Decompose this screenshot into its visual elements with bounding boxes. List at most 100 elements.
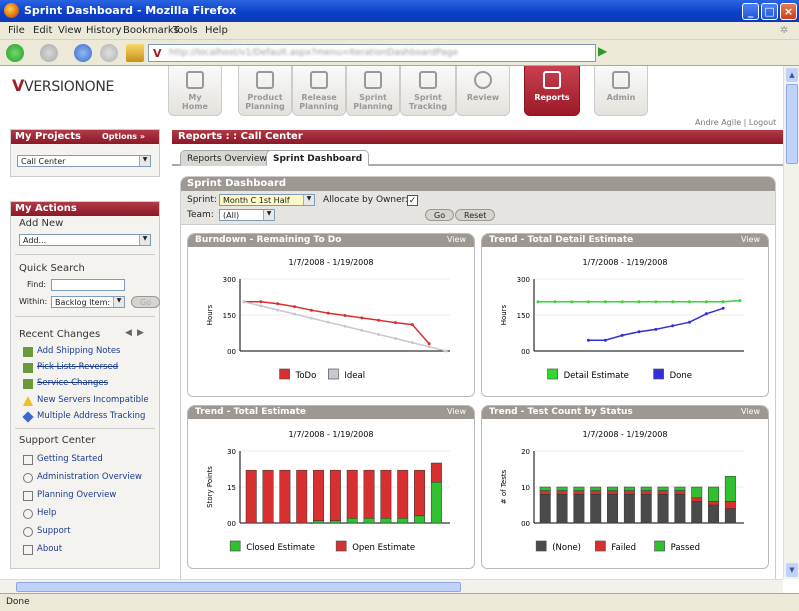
bar-segment xyxy=(657,493,669,524)
chart-subtitle: 1/7/2008 - 1/19/2008 xyxy=(583,258,668,267)
bar-segment xyxy=(363,517,375,524)
home-icon[interactable] xyxy=(126,44,144,62)
legend-label: Open Estimate xyxy=(352,543,415,553)
bar-segment xyxy=(657,490,669,495)
data-point xyxy=(343,324,347,328)
support-item[interactable]: Administration Overview xyxy=(23,472,142,483)
menu-edit[interactable]: Edit xyxy=(33,25,52,36)
data-point xyxy=(721,300,725,304)
tab-admin[interactable]: Admin xyxy=(594,66,648,116)
within-select[interactable]: Backlog Item: ▼ xyxy=(51,296,125,308)
back-icon[interactable] xyxy=(6,44,24,62)
view-link[interactable]: View xyxy=(741,235,760,244)
tab-reports[interactable]: Reports xyxy=(524,66,580,116)
tab-release-planning[interactable]: Release Planning xyxy=(292,66,346,116)
scroll-down-icon[interactable]: ▼ xyxy=(786,563,798,577)
project-select[interactable]: Call Center ▼ xyxy=(17,155,151,167)
logout-link[interactable]: Logout xyxy=(749,118,776,127)
bar-segment xyxy=(397,469,409,519)
tab-my-home[interactable]: My Home xyxy=(168,66,222,116)
support-item[interactable]: Planning Overview xyxy=(23,490,116,501)
tab-sprint-dashboard[interactable]: Sprint Dashboard xyxy=(266,150,370,166)
menu-history[interactable]: History xyxy=(86,25,122,36)
menu-help[interactable]: Help xyxy=(205,25,228,36)
tab-product-planning[interactable]: Product Planning xyxy=(238,66,292,116)
legend-swatch xyxy=(547,368,558,380)
bar-segment xyxy=(573,493,585,524)
bar-segment xyxy=(607,493,619,524)
team-select[interactable]: (All) ▼ xyxy=(219,209,275,221)
recent-item[interactable]: New Servers Incompatible xyxy=(23,395,149,406)
find-input[interactable] xyxy=(51,279,125,291)
app-content: VVERSIONONE My Home Product Planning Relea… xyxy=(0,66,783,579)
data-point xyxy=(603,300,607,304)
support-item[interactable]: About xyxy=(23,544,62,555)
y-tick-label: 00 xyxy=(521,520,530,528)
view-link[interactable]: View xyxy=(447,235,466,244)
legend-label: Closed Estimate xyxy=(246,543,315,553)
horizontal-scrollbar[interactable] xyxy=(0,579,783,593)
go-button[interactable]: Go xyxy=(425,209,455,221)
prev-arrow-icon[interactable]: ◀ xyxy=(125,328,132,338)
add-new-select[interactable]: Add... ▼ xyxy=(19,234,151,246)
tab-sprint-planning[interactable]: Sprint Planning xyxy=(346,66,400,116)
data-point xyxy=(570,300,574,304)
maximize-button[interactable]: □ xyxy=(761,3,778,20)
scroll-thumb[interactable] xyxy=(16,582,461,592)
menu-view[interactable]: View xyxy=(58,25,82,36)
menu-bookmarks[interactable]: Bookmarks xyxy=(123,25,179,36)
data-point xyxy=(293,305,296,309)
recent-item[interactable]: Pick Lists Reversed xyxy=(23,362,118,373)
bar-segment xyxy=(724,508,736,524)
my-projects-header: My Projects Options » xyxy=(11,130,159,144)
go-icon[interactable]: ▶ xyxy=(598,44,612,62)
dashboard-title: Sprint Dashboard xyxy=(181,177,775,191)
tab-review[interactable]: Review xyxy=(456,66,510,116)
support-item[interactable]: Support xyxy=(23,526,71,537)
reload-icon[interactable] xyxy=(74,44,92,62)
next-arrow-icon[interactable]: ▶ xyxy=(137,328,144,338)
chart-card-burndown: Burndown - Remaining To Do View 1/7/2008 … xyxy=(187,233,475,397)
bar-segment xyxy=(674,490,686,495)
forward-icon[interactable] xyxy=(40,44,58,62)
data-point xyxy=(654,300,658,304)
recent-item[interactable]: Multiple Address Tracking xyxy=(22,411,145,423)
quick-search-go-button[interactable]: Go xyxy=(131,296,161,308)
window-titlebar: Sprint Dashboard - Mozilla Firefox _ □ × xyxy=(0,0,799,22)
view-link[interactable]: View xyxy=(447,407,466,416)
data-point xyxy=(671,324,675,328)
user-name[interactable]: Andre Agile xyxy=(695,118,741,127)
scroll-thumb[interactable] xyxy=(786,84,798,164)
chart-card-detail-estimate: Trend - Total Detail Estimate View 1/7/20… xyxy=(481,233,769,397)
versionone-logo[interactable]: VVERSIONONE xyxy=(12,76,114,95)
options-link[interactable]: Options » xyxy=(102,132,145,141)
recent-item[interactable]: Add Shipping Notes xyxy=(23,346,121,357)
close-button[interactable]: × xyxy=(780,3,797,20)
scroll-up-icon[interactable]: ▲ xyxy=(786,68,798,82)
data-point xyxy=(704,300,708,304)
vertical-scrollbar[interactable]: ▲ ▼ xyxy=(783,66,799,579)
support-item[interactable]: Help xyxy=(23,508,56,519)
tab-sprint-tracking[interactable]: Sprint Tracking xyxy=(400,66,456,116)
url-bar[interactable]: V http://localhost/v1/Default.aspx?menu=… xyxy=(148,44,596,62)
data-point xyxy=(620,333,624,337)
legend-swatch xyxy=(653,368,664,380)
tab-reports-overview[interactable]: Reports Overview xyxy=(180,150,274,166)
bar-segment xyxy=(674,486,686,491)
menu-tools[interactable]: Tools xyxy=(173,25,198,36)
minimize-button[interactable]: _ xyxy=(742,3,759,20)
sprint-select[interactable]: Month C 1st Half ▼ xyxy=(219,194,315,206)
allocate-checkbox[interactable]: ✓ xyxy=(407,195,418,206)
support-item[interactable]: Getting Started xyxy=(23,454,103,465)
burndown-chart: 1/7/2008 - 1/19/2008 300 150 00 Hours ToDo Ide… xyxy=(206,258,450,381)
recent-item[interactable]: Service Changes xyxy=(23,378,108,389)
bar-segment xyxy=(380,469,392,519)
bar-segment xyxy=(657,486,669,491)
stop-icon[interactable] xyxy=(100,44,118,62)
menu-file[interactable]: File xyxy=(8,25,25,36)
reset-button[interactable]: Reset xyxy=(455,209,496,221)
view-link[interactable]: View xyxy=(741,407,760,416)
bar-segment xyxy=(724,475,736,502)
data-point xyxy=(276,302,280,306)
legend-label: Detail Estimate xyxy=(564,371,629,381)
